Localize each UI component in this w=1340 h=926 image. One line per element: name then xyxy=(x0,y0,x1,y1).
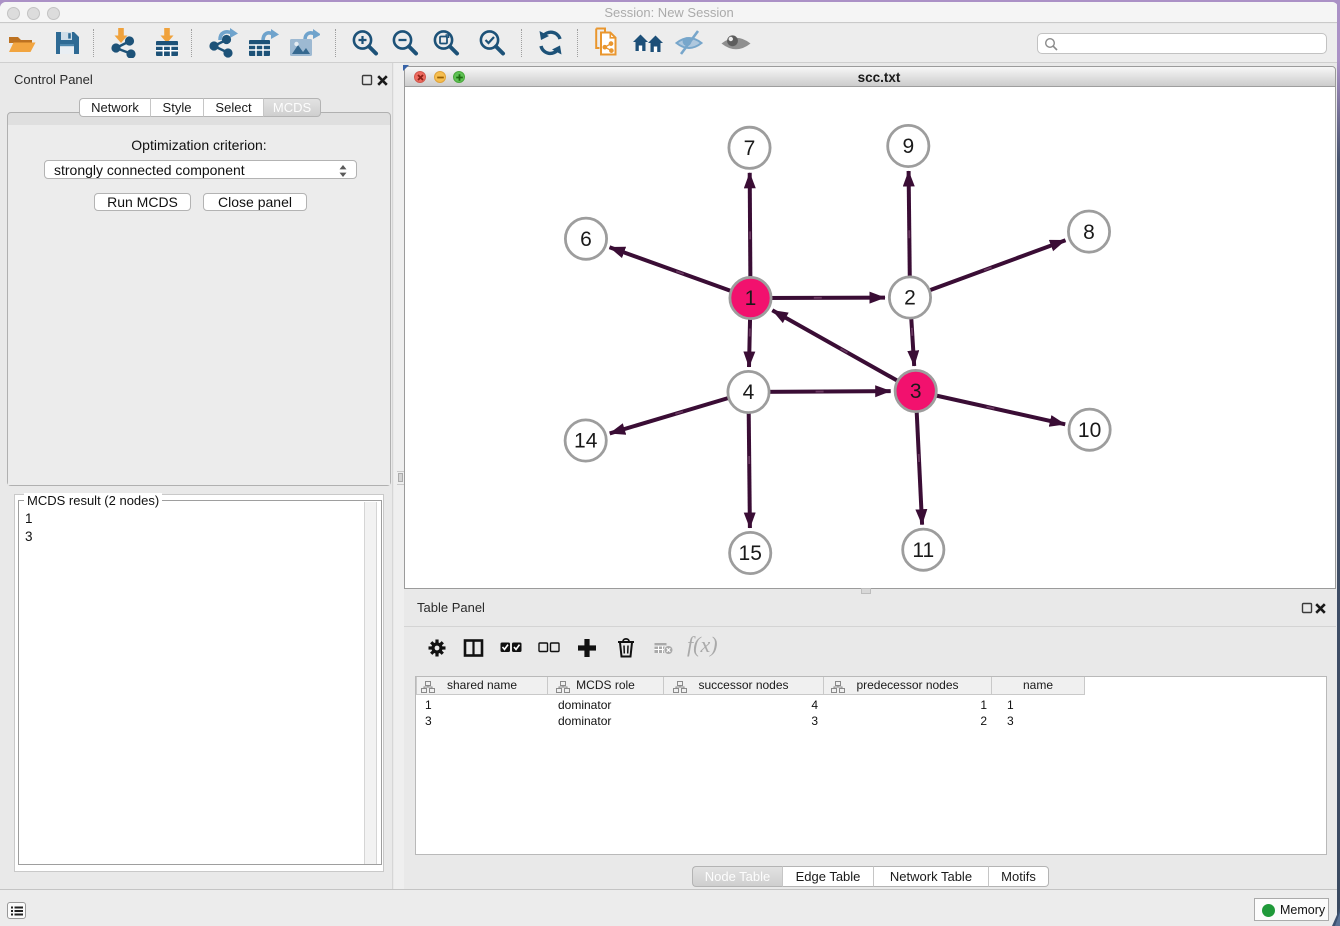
svg-text:8: 8 xyxy=(1083,221,1095,244)
svg-text:9: 9 xyxy=(902,135,914,158)
svg-text:14: 14 xyxy=(574,430,598,453)
svg-text:11: 11 xyxy=(912,539,934,562)
svg-text:3: 3 xyxy=(910,380,922,403)
svg-text:10: 10 xyxy=(1078,419,1101,442)
svg-text:15: 15 xyxy=(739,542,762,565)
svg-text:2: 2 xyxy=(904,287,916,310)
svg-text:7: 7 xyxy=(744,137,756,160)
svg-text:6: 6 xyxy=(580,228,592,251)
svg-text:4: 4 xyxy=(743,381,755,404)
svg-text:1: 1 xyxy=(745,287,757,310)
